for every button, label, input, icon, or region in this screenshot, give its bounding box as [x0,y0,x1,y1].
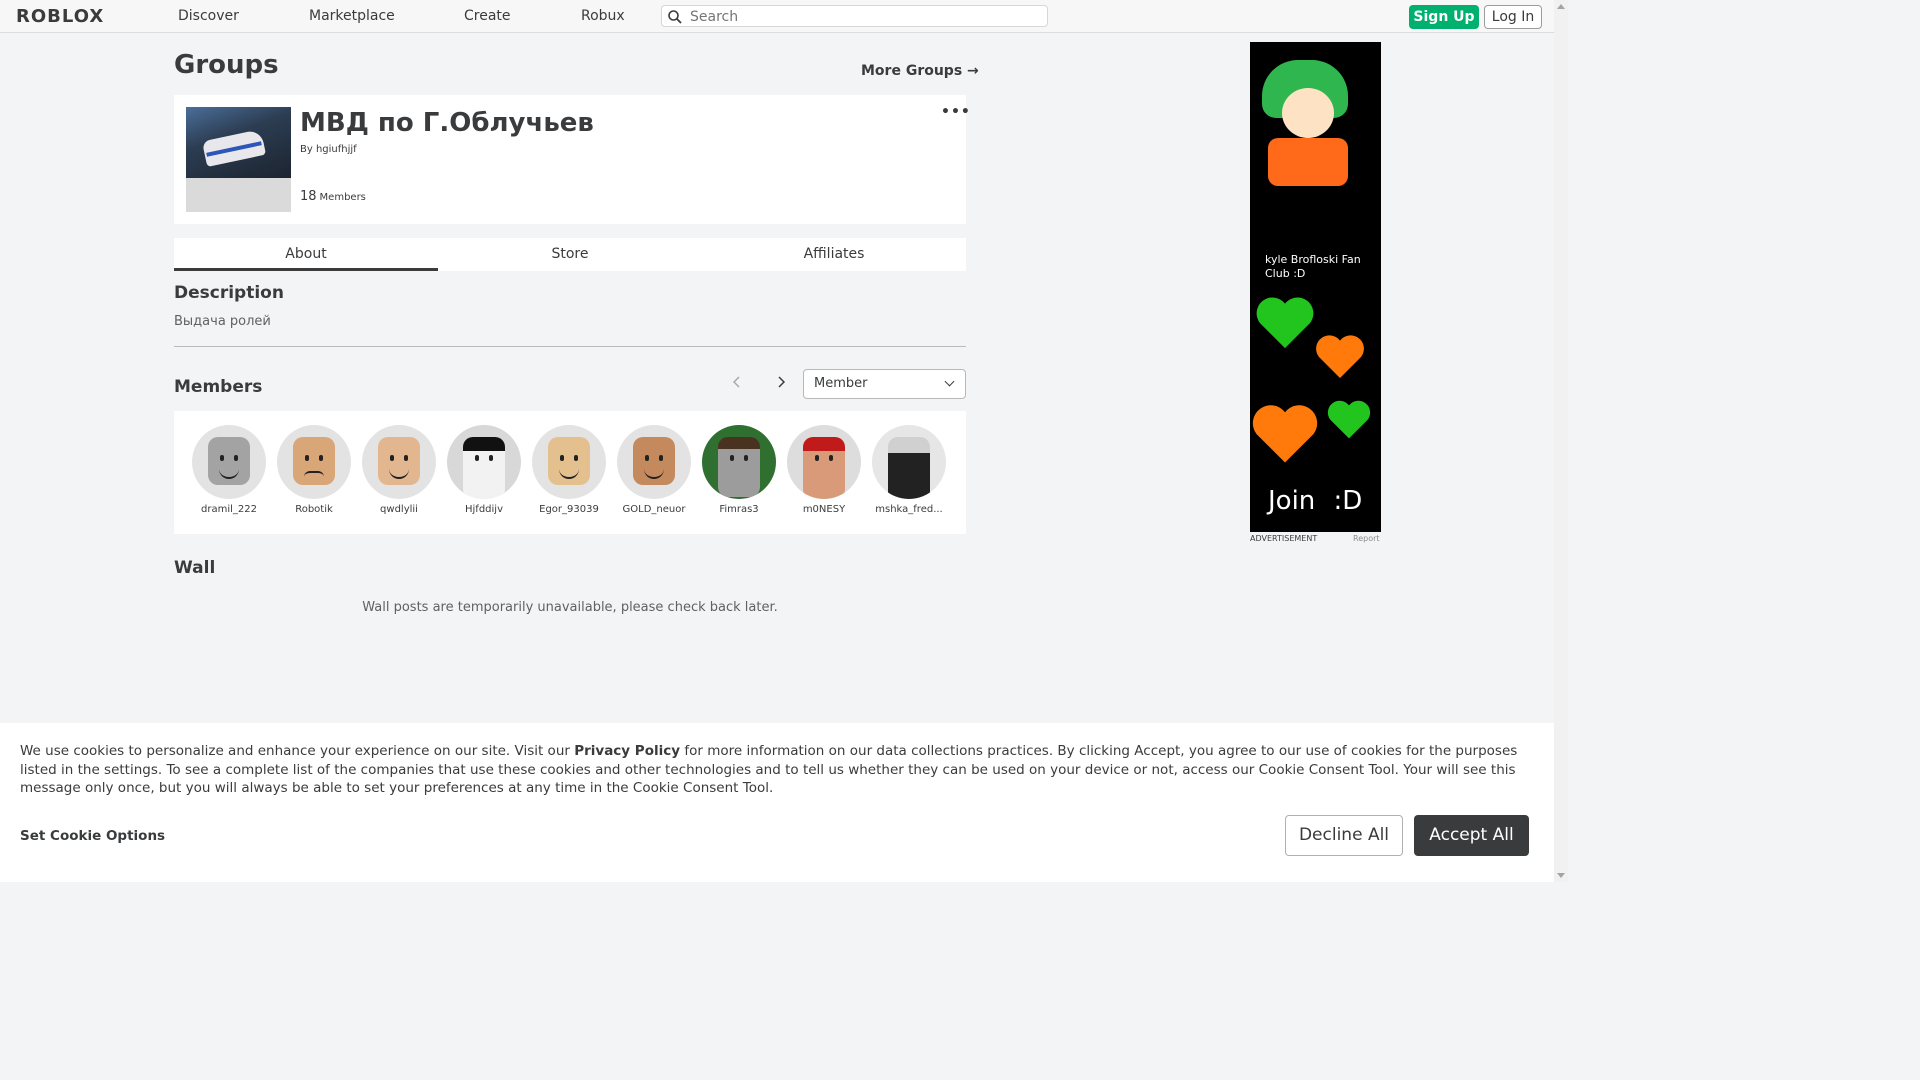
cookie-text: We use cookies to personalize and enhanc… [20,743,1518,796]
member-count-value: 18 [300,189,317,204]
role-dropdown[interactable]: Member [803,369,966,399]
page-scrollbar[interactable] [1554,0,1568,882]
member-item[interactable]: Egor_93039 [530,425,608,515]
tab-affiliates[interactable]: Affiliates [702,238,966,271]
scroll-up-icon[interactable] [1557,4,1565,9]
wall-message: Wall posts are temporarily unavailable, … [362,600,778,615]
avatar[interactable] [787,425,861,499]
ad-title: kyle Brofloski Fan Club :D [1265,253,1361,280]
member-item[interactable]: Robotik [275,425,353,515]
member-item[interactable]: m0NESY [785,425,863,515]
decline-all-button[interactable]: Decline All [1285,815,1403,856]
log-in-button[interactable]: Log In [1484,5,1542,29]
ad-report-link[interactable]: Report [1353,534,1380,543]
avatar[interactable] [872,425,946,499]
description-heading: Description [174,283,284,303]
member-count: 18 Members [300,189,366,204]
avatar[interactable] [447,425,521,499]
nav-marketplace[interactable]: Marketplace [309,8,395,24]
members-list: dramil_222 Robotik qwdlylii Hjfddijv Ego… [174,411,966,534]
member-item[interactable]: dramil_222 [190,425,268,515]
roblox-logo[interactable]: ROBLOX [16,6,104,27]
member-name[interactable]: Egor_93039 [530,504,608,515]
heart-icon [1326,398,1372,444]
top-navigation-bar: ROBLOX Discover Marketplace Create Robux… [0,0,1554,33]
ad-cta: Join :D [1268,486,1363,516]
set-cookie-options-link[interactable]: Set Cookie Options [20,828,165,844]
more-groups-link[interactable]: More Groups → [861,63,979,79]
next-page-icon[interactable] [777,376,786,392]
wall-heading: Wall [174,558,216,578]
scroll-down-icon[interactable] [1557,873,1565,878]
nav-create[interactable]: Create [464,8,511,24]
by-label: By [300,144,313,155]
ad-label: ADVERTISEMENT [1250,534,1318,543]
member-name[interactable]: qwdlylii [360,504,438,515]
group-owner: By hgiufhjjf [300,144,357,155]
member-item[interactable]: Fimras3 [700,425,778,515]
member-name[interactable]: GOLD_neuor [615,504,693,515]
ad-character-body [1268,138,1348,186]
search-input[interactable] [688,7,1042,27]
chevron-down-icon [944,376,955,387]
member-name[interactable]: mshka_fred... [870,504,948,515]
avatar[interactable] [192,425,266,499]
group-emblem [186,107,291,212]
owner-link[interactable]: hgiufhjjf [316,144,357,155]
cookie-banner: We use cookies to personalize and enhanc… [0,723,1554,882]
prev-page-icon[interactable] [732,376,741,392]
member-name[interactable]: Fimras3 [700,504,778,515]
avatar[interactable] [532,425,606,499]
privacy-policy-link[interactable]: Privacy Policy [574,743,680,759]
member-name[interactable]: Hjfddijv [445,504,523,515]
ad-character-face [1282,88,1334,138]
member-item[interactable]: Hjfddijv [445,425,523,515]
member-name[interactable]: Robotik [275,504,353,515]
heart-icon [1254,294,1316,354]
search-icon [668,9,682,28]
accept-all-button[interactable]: Accept All [1414,815,1529,856]
member-name[interactable]: m0NESY [785,504,863,515]
advertisement-banner[interactable]: kyle Brofloski Fan Club :D Join :D [1250,42,1381,532]
avatar[interactable] [362,425,436,499]
tab-about[interactable]: About [174,238,438,271]
tab-store[interactable]: Store [438,238,702,271]
member-item[interactable]: mshka_fred... [870,425,948,515]
heart-icon [1314,332,1366,384]
member-count-label: Members [319,192,366,203]
role-selected: Member [814,376,868,391]
members-heading: Members [174,377,263,397]
divider [174,346,966,347]
member-item[interactable]: qwdlylii [360,425,438,515]
page-title: Groups [174,50,279,80]
group-name: МВД по Г.Облучьев [300,108,594,138]
search-box[interactable] [661,5,1048,27]
avatar[interactable] [277,425,351,499]
more-dots-icon[interactable]: ••• [941,104,971,120]
avatar[interactable] [617,425,691,499]
description-text: Выдача ролей [174,314,271,329]
member-name[interactable]: dramil_222 [190,504,268,515]
avatar[interactable] [702,425,776,499]
group-tabs: About Store Affiliates [174,238,966,271]
member-item[interactable]: GOLD_neuor [615,425,693,515]
heart-icon [1250,400,1320,470]
nav-discover[interactable]: Discover [178,8,239,24]
nav-robux[interactable]: Robux [581,8,625,24]
sign-up-button[interactable]: Sign Up [1409,5,1479,29]
